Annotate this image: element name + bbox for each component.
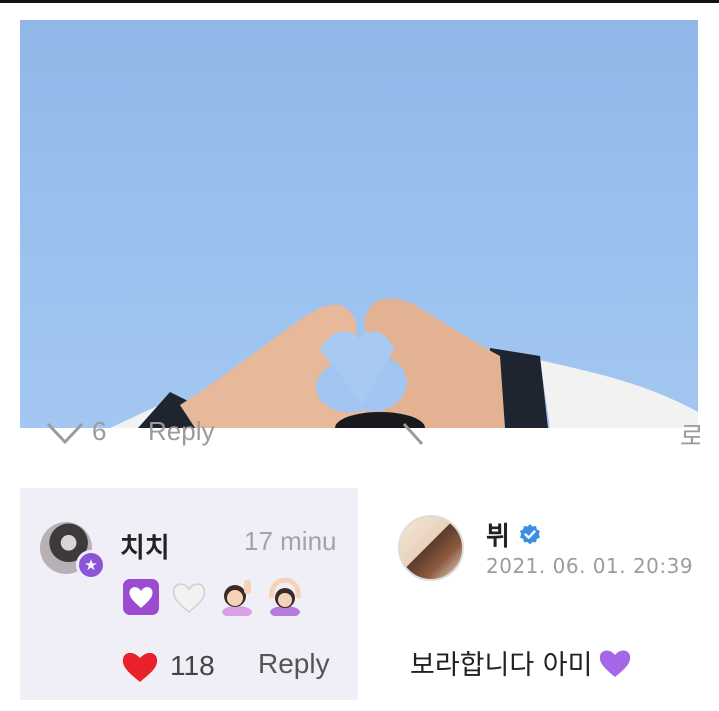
- comment-card: ★ 치치 17 minu 118 Reply: [20, 488, 358, 700]
- verified-badge-icon: [519, 523, 540, 544]
- arrow-icon[interactable]: [402, 422, 424, 448]
- post-date: 2021. 06. 01. 20:39: [486, 554, 694, 578]
- ok-gesture-woman-icon: [269, 578, 301, 616]
- white-heart-icon: [172, 583, 206, 613]
- purple-heart-icon: [600, 650, 631, 677]
- star-badge-icon: ★: [76, 550, 106, 580]
- poster-username[interactable]: 뷔: [486, 516, 510, 553]
- comment-reply-button[interactable]: Reply: [258, 648, 330, 680]
- purple-heart-square-icon: [123, 579, 159, 615]
- post-photo[interactable]: [20, 20, 698, 428]
- heart-outline-icon[interactable]: [46, 422, 84, 448]
- poster-name-row: 뷔: [486, 516, 542, 553]
- like-count-fragment: 6: [92, 418, 107, 446]
- raising-hand-woman-icon: [222, 580, 252, 616]
- edge-char-fragment: 로: [680, 421, 700, 448]
- post-text: 보라합니다 아미: [410, 650, 593, 681]
- heart-hands-image: [110, 298, 698, 428]
- comment-likes[interactable]: 118: [120, 648, 215, 684]
- comment-like-count: 118: [170, 650, 215, 681]
- commenter-username[interactable]: 치치: [120, 526, 170, 565]
- reply-fragment[interactable]: Reply: [148, 418, 214, 447]
- top-border: [0, 0, 719, 3]
- comment-time: 17 minu: [244, 526, 337, 556]
- cropped-action-row: 6 Reply 로: [40, 418, 700, 448]
- red-heart-icon[interactable]: [120, 648, 160, 684]
- post-body: 보라합니다 아미: [410, 643, 632, 682]
- comment-emoji-row: [122, 578, 304, 616]
- poster-avatar[interactable]: [398, 515, 464, 581]
